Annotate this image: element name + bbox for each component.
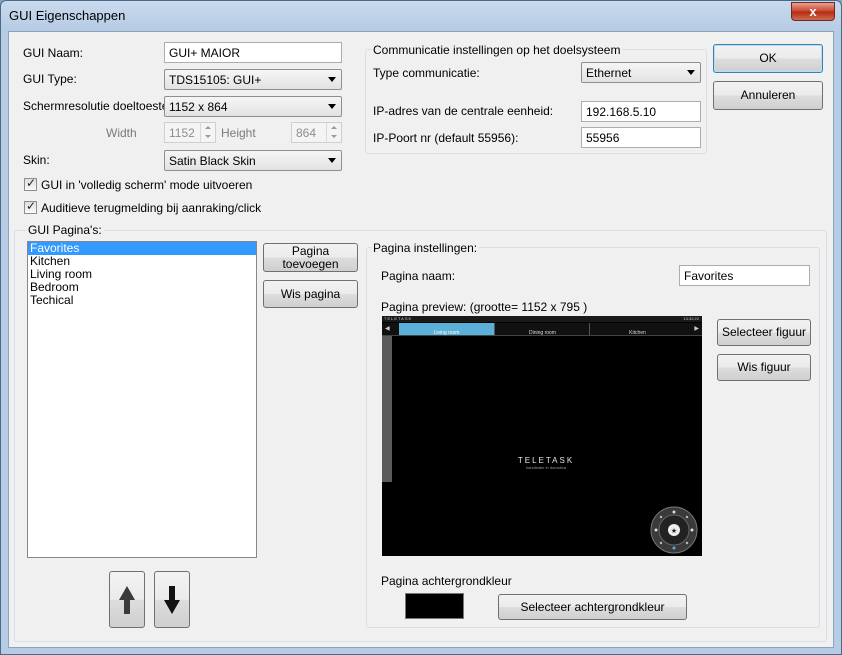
window-title: GUI Eigenschappen [9, 8, 126, 23]
comm-type-value: Ethernet [586, 66, 632, 80]
chevron-down-icon [687, 70, 695, 75]
move-down-button[interactable] [154, 571, 190, 628]
chevron-down-icon [328, 158, 336, 163]
preview-topbar: TELETASK 13:32:22 [382, 316, 702, 322]
cancel-button[interactable]: Annuleren [713, 81, 823, 110]
page-name-input[interactable]: Favorites [679, 265, 810, 286]
spin-down-icon[interactable] [201, 132, 215, 141]
list-item[interactable]: Techical [28, 294, 256, 307]
skin-value: Satin Black Skin [169, 154, 256, 168]
page-name-label: Pagina naam: [381, 269, 456, 283]
preview-tab-active: Living room [399, 323, 494, 336]
chevron-down-icon [328, 77, 336, 82]
comm-type-select[interactable]: Ethernet [581, 62, 701, 83]
resolution-label: Schermresolutie doeltoestel: [23, 99, 175, 113]
ip-address-label: IP-adres van de centrale eenheid: [373, 104, 554, 118]
gui-type-value: TDS15105: GUI+ [169, 73, 262, 87]
preview-tab-label: Living room [433, 330, 460, 336]
ip-port-label: IP-Poort nr (default 55956): [373, 131, 519, 145]
height-value: 864 [296, 126, 317, 140]
gui-type-select[interactable]: TDS15105: GUI+ [164, 69, 342, 90]
ip-port-input[interactable]: 55956 [581, 127, 701, 148]
title-bar[interactable]: GUI Eigenschappen x [1, 1, 841, 31]
height-label: Height [221, 126, 256, 140]
dialog-client-area: GUI Naam: GUI+ MAIOR GUI Type: TDS15105:… [8, 31, 834, 648]
page-preview: TELETASK 13:32:22 ◀ Living room Dining r… [382, 316, 702, 556]
preview-tab: Kitchen [589, 323, 685, 336]
delete-page-button[interactable]: Wis pagina [263, 280, 358, 308]
gui-name-label: GUI Naam: [23, 46, 84, 60]
preview-control-wheel-icon: ★ [650, 506, 698, 554]
width-stepper[interactable]: 1152 [164, 122, 216, 143]
spin-buttons[interactable] [326, 123, 341, 142]
bg-color-label: Pagina achtergrondkleur [381, 574, 512, 588]
arrow-up-icon [119, 586, 135, 614]
preview-brand: TELETASK [384, 316, 413, 321]
resolution-value: 1152 x 864 [169, 100, 228, 114]
bg-color-swatch [405, 593, 464, 619]
svg-text:★: ★ [671, 527, 677, 535]
preview-logo-area: TELETASK handleider in domotica [382, 456, 702, 470]
close-button[interactable]: x [791, 2, 835, 21]
preview-tabbar: ◀ Living room Dining room Kitchen ▶ [382, 323, 702, 336]
ip-address-input[interactable]: 192.168.5.10 [581, 101, 701, 122]
gui-name-input[interactable]: GUI+ MAIOR [164, 42, 342, 63]
preview-left-arrow-icon: ◀ [385, 326, 390, 332]
delete-image-button[interactable]: Wis figuur [717, 354, 811, 381]
preview-tab-label: Dining room [529, 330, 556, 336]
page-preview-label: Pagina preview: (grootte= 1152 x 795 ) [381, 300, 588, 314]
width-value: 1152 [169, 126, 195, 140]
add-page-button[interactable]: Pagina toevoegen [263, 243, 358, 272]
dialog-window: GUI Eigenschappen x GUI Naam: GUI+ MAIOR… [0, 0, 842, 655]
pages-listbox[interactable]: Favorites Kitchen Living room Bedroom Te… [27, 241, 257, 558]
skin-label: Skin: [23, 153, 50, 167]
spin-down-icon[interactable] [327, 132, 341, 141]
preview-right-arrow-icon: ▶ [694, 326, 699, 332]
page-settings-group-title: Pagina instellingen: [371, 241, 480, 255]
move-up-button[interactable] [109, 571, 145, 628]
comm-type-label: Type communicatie: [373, 66, 480, 80]
arrow-down-icon [164, 586, 180, 614]
preview-time: 13:32:22 [683, 316, 699, 321]
audio-feedback-checkbox[interactable] [24, 199, 37, 214]
fullscreen-checkbox[interactable] [24, 176, 37, 191]
preview-logo: TELETASK [517, 456, 575, 465]
spin-buttons[interactable] [200, 123, 215, 142]
select-bg-color-button[interactable]: Selecteer achtergrondkleur [498, 594, 687, 620]
select-image-button[interactable]: Selecteer figuur [717, 319, 811, 346]
preview-tab: Dining room [494, 323, 590, 336]
fullscreen-label: GUI in 'volledig scherm' mode uitvoeren [41, 178, 253, 192]
width-label: Width [106, 126, 137, 140]
preview-tagline: handleider in domotica [525, 465, 567, 470]
ok-button[interactable]: OK [713, 44, 823, 73]
height-stepper[interactable]: 864 [291, 122, 342, 143]
spin-up-icon[interactable] [201, 123, 215, 132]
chevron-down-icon [328, 104, 336, 109]
gui-type-label: GUI Type: [23, 72, 77, 86]
audio-feedback-label: Auditieve terugmelding bij aanraking/cli… [41, 201, 262, 215]
skin-select[interactable]: Satin Black Skin [164, 150, 342, 171]
preview-tab-label: Kitchen [629, 330, 646, 336]
resolution-select[interactable]: 1152 x 864 [164, 96, 342, 117]
spin-up-icon[interactable] [327, 123, 341, 132]
communication-group-title: Communicatie instellingen op het doelsys… [371, 43, 623, 57]
gui-pages-group-title: GUI Pagina's: [26, 223, 104, 237]
